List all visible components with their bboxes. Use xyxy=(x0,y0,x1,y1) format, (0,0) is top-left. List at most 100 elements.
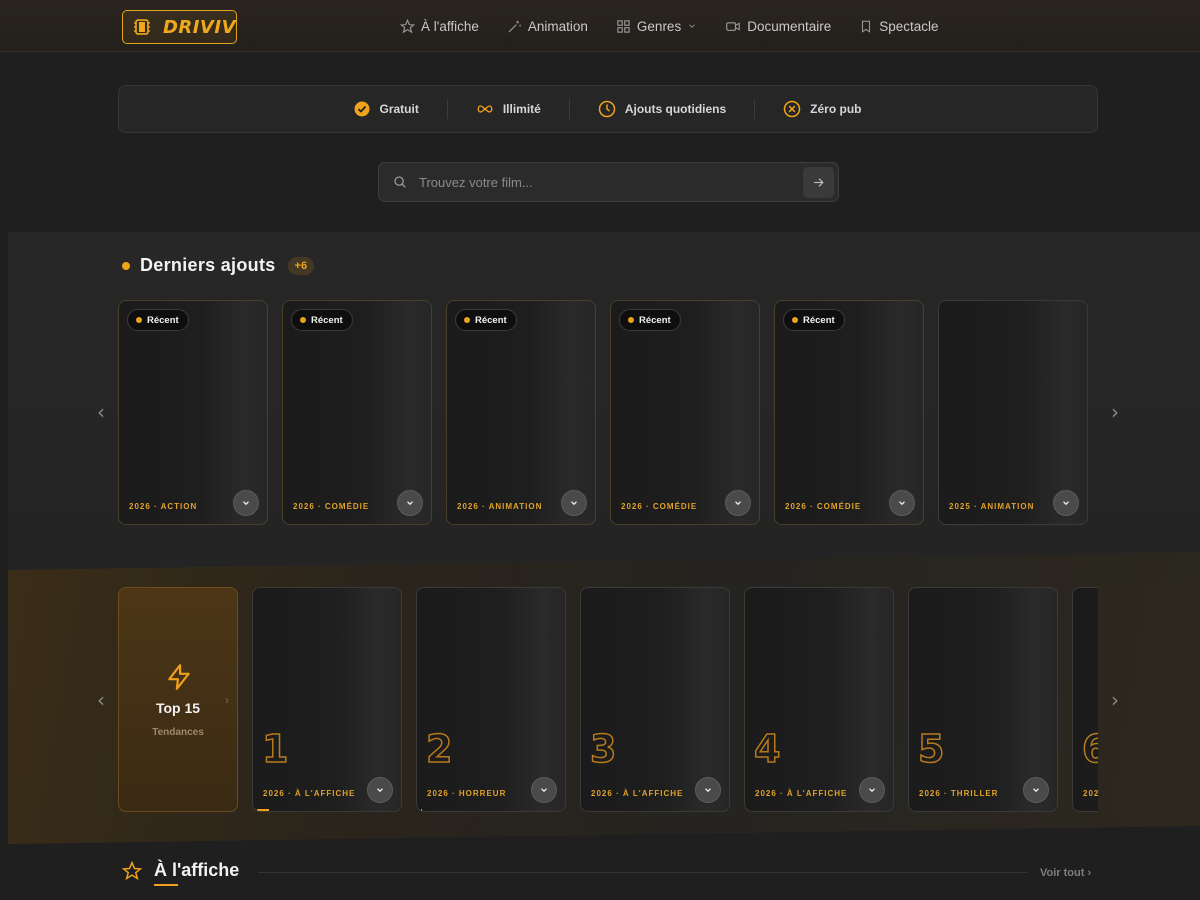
feature-label: Illimité xyxy=(502,102,541,116)
video-camera-icon xyxy=(726,21,741,31)
recent-badge: Récent xyxy=(291,309,353,331)
recent-badge: Récent xyxy=(619,309,681,331)
chevron-down-icon xyxy=(1063,501,1069,506)
movie-card[interactable]: Récent 2026 · COMÉDIE xyxy=(610,300,760,525)
chevron-down-icon xyxy=(899,501,905,506)
nav-link-label: Animation xyxy=(527,18,588,34)
infinity-icon xyxy=(477,105,493,113)
logo[interactable]: DRIVIV xyxy=(122,10,237,44)
see-all-link[interactable]: Voir tout › xyxy=(1040,867,1091,879)
clock-icon xyxy=(598,100,616,118)
feature-free: Gratuit xyxy=(326,101,446,117)
movie-card[interactable]: Récent 2026 · COMÉDIE xyxy=(774,300,924,525)
chevron-down-icon xyxy=(735,501,741,506)
nav-link-label: Spectacle xyxy=(879,18,939,34)
nav-link-documentaire[interactable]: Documentaire xyxy=(725,19,831,34)
movie-card[interactable]: Récent 2026 · ANIMATION xyxy=(446,300,596,525)
card-expand-button[interactable] xyxy=(367,777,393,803)
ranked-movie-card[interactable]: 4 2026 · À L'AFFICHE xyxy=(744,587,894,812)
feature-no-ads: Zéro pub xyxy=(755,100,889,118)
logo-text: DRIVIV xyxy=(162,16,236,38)
title-underline xyxy=(154,884,178,886)
star-icon xyxy=(122,860,142,880)
card-meta: 2026 · ACTION xyxy=(129,502,198,511)
search-submit-button[interactable] xyxy=(803,167,834,198)
carousel-next-button[interactable]: › xyxy=(1107,400,1123,424)
nav-link-label: Documentaire xyxy=(747,18,832,34)
card-expand-button[interactable] xyxy=(889,490,915,516)
chevron-down-icon xyxy=(541,788,547,793)
recent-badge: Récent xyxy=(783,309,845,331)
watch-progress xyxy=(257,809,269,811)
chevron-down-icon xyxy=(243,501,249,506)
chevron-down-icon xyxy=(407,501,413,506)
card-meta: 2026 · À L'AFFICHE xyxy=(755,789,848,798)
card-meta: 2026 · ANIMATION xyxy=(457,502,543,511)
count-badge: +6 xyxy=(287,256,315,275)
ranked-movie-card[interactable]: 2 2026 · HORREUR xyxy=(416,587,566,812)
section-title: Derniers ajouts xyxy=(140,255,276,275)
card-expand-button[interactable] xyxy=(397,490,423,516)
chevron-down-icon xyxy=(1033,788,1039,793)
nav-link-label: À l'affiche xyxy=(421,18,479,34)
recent-badge: Récent xyxy=(455,309,517,331)
card-meta: 2026 · COMÉDIE xyxy=(293,502,370,511)
search-input[interactable] xyxy=(419,174,838,190)
movie-card[interactable]: Récent 2026 · ACTION xyxy=(118,300,268,525)
check-circle-icon xyxy=(354,101,370,117)
divider xyxy=(258,872,1028,873)
lightning-icon xyxy=(168,664,190,690)
top-navbar: DRIVIV À l'affiche Animation Genres Docu… xyxy=(0,0,1200,52)
rank-number: 3 xyxy=(589,726,617,772)
nav-links: À l'affiche Animation Genres Documentair… xyxy=(400,0,967,52)
chevron-down-icon xyxy=(689,24,695,28)
card-meta: 2026 · HORREUR xyxy=(427,789,507,798)
feature-label: Ajouts quotidiens xyxy=(624,102,727,116)
ranked-movie-card[interactable]: 5 2026 · THRILLER xyxy=(908,587,1058,812)
chevron-down-icon xyxy=(869,788,875,793)
card-meta: 2025 · ANIMATION xyxy=(949,502,1035,511)
card-expand-button[interactable] xyxy=(695,777,721,803)
magic-wand-icon xyxy=(508,20,521,33)
arrow-right-icon xyxy=(814,178,824,187)
movie-card[interactable]: 2025 · ANIMATION xyxy=(938,300,1088,525)
chevron-down-icon xyxy=(705,788,711,793)
card-meta: 2026 · COMÉDIE xyxy=(621,502,698,511)
card-meta: 2026 · COMÉDIE xyxy=(785,502,862,511)
bookmark-icon xyxy=(862,20,871,33)
card-meta: 2026 · À L'AFFICHE xyxy=(263,789,356,798)
nav-link-label: Genres xyxy=(636,18,682,34)
film-icon xyxy=(133,19,150,35)
rank-number: 1 xyxy=(261,726,289,772)
card-expand-button[interactable] xyxy=(531,777,557,803)
feature-unlimited: Illimité xyxy=(448,102,569,116)
recent-badge: Récent xyxy=(127,309,189,331)
nav-link-genres[interactable]: Genres xyxy=(616,19,697,34)
latest-section-header: Derniers ajouts +6 xyxy=(122,255,315,276)
rank-number: 4 xyxy=(753,726,781,772)
card-expand-button[interactable] xyxy=(725,490,751,516)
grid-icon xyxy=(617,19,630,33)
feature-label: Gratuit xyxy=(379,102,419,116)
top-subtitle: Tendances xyxy=(152,727,204,738)
card-expand-button[interactable] xyxy=(859,777,885,803)
feature-label: Zéro pub xyxy=(810,102,862,116)
card-expand-button[interactable] xyxy=(561,490,587,516)
movie-card[interactable]: Récent 2026 · COMÉDIE xyxy=(282,300,432,525)
carousel-prev-button[interactable]: ‹ xyxy=(93,400,109,424)
card-meta: 2026 · À L'AFFICHE xyxy=(591,789,684,798)
x-circle-icon xyxy=(783,100,801,118)
carousel-prev-button[interactable]: ‹ xyxy=(93,688,109,712)
card-expand-button[interactable] xyxy=(1023,777,1049,803)
star-icon xyxy=(400,18,415,33)
top-15-card[interactable]: › Top 15 Tendances xyxy=(118,587,238,812)
nav-link-spectacle[interactable]: Spectacle xyxy=(859,18,939,34)
card-expand-button[interactable] xyxy=(233,490,259,516)
carousel-next-button[interactable]: › xyxy=(1107,688,1123,712)
card-expand-button[interactable] xyxy=(1053,490,1079,516)
ranked-movie-card[interactable]: 1 2026 · À L'AFFICHE xyxy=(252,587,402,812)
nav-link-animation[interactable]: Animation xyxy=(507,19,588,34)
feature-daily: Ajouts quotidiens xyxy=(570,100,754,118)
ranked-movie-card[interactable]: 3 2026 · À L'AFFICHE xyxy=(580,587,730,812)
nav-link-a-laffiche[interactable]: À l'affiche xyxy=(400,18,479,34)
